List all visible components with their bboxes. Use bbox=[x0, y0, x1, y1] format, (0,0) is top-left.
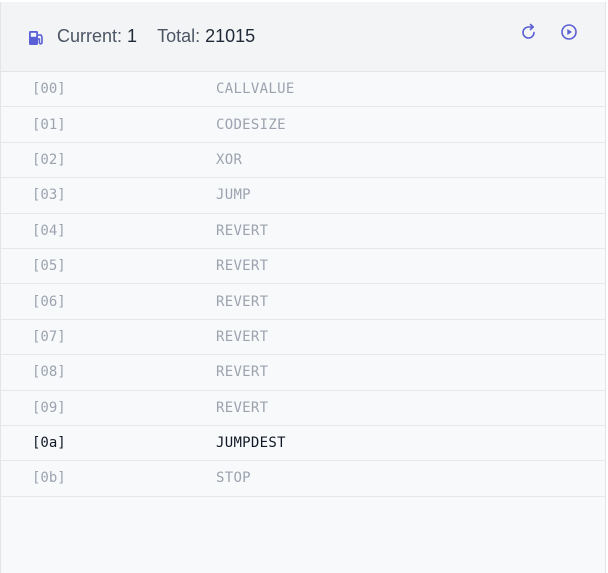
instruction-opcode: JUMPDEST bbox=[216, 435, 286, 452]
instruction-opcode: REVERT bbox=[216, 328, 269, 345]
instruction-opcode: REVERT bbox=[216, 222, 269, 239]
total-label: Total: bbox=[157, 26, 201, 46]
instruction-row[interactable]: [09] REVERT bbox=[1, 391, 605, 426]
instruction-opcode: XOR bbox=[216, 151, 243, 168]
total-gas: Total: 21015 bbox=[157, 26, 255, 47]
header-actions bbox=[519, 22, 579, 42]
instruction-opcode: REVERT bbox=[216, 258, 269, 275]
instruction-opcode: REVERT bbox=[216, 364, 269, 381]
instruction-index: [04] bbox=[32, 222, 66, 239]
instruction-index: [01] bbox=[32, 116, 66, 133]
current-label: Current: bbox=[57, 26, 123, 46]
instruction-row[interactable]: [0b] STOP bbox=[1, 461, 605, 497]
instruction-opcode: REVERT bbox=[216, 399, 269, 416]
instruction-opcode: JUMP bbox=[216, 187, 251, 204]
instruction-opcode: REVERT bbox=[216, 293, 269, 310]
instruction-index: [0b] bbox=[32, 470, 66, 487]
instruction-row[interactable]: [01] CODESIZE bbox=[1, 107, 605, 143]
instruction-index: [00] bbox=[32, 81, 66, 98]
instruction-opcode: STOP bbox=[216, 470, 251, 487]
instruction-list: [00] CALLVALUE [01] CODESIZE [02] XOR [03] JUMP… bbox=[1, 72, 605, 497]
play-circle-icon[interactable] bbox=[559, 22, 579, 42]
instruction-row[interactable]: [04] REVERT bbox=[1, 214, 605, 249]
instruction-row[interactable]: [06] REVERT bbox=[1, 284, 605, 320]
gas-pump-icon bbox=[27, 29, 45, 47]
instruction-index: [09] bbox=[32, 399, 66, 416]
instruction-index: [05] bbox=[32, 258, 66, 275]
instruction-row[interactable]: [00] CALLVALUE bbox=[1, 72, 605, 108]
instruction-index: [06] bbox=[32, 293, 66, 310]
instruction-panel: Current: 1 Total: 21015 [00] CALLVALUE [01… bbox=[0, 2, 606, 573]
instruction-index: [02] bbox=[32, 151, 66, 168]
instruction-index: [07] bbox=[32, 328, 66, 345]
instruction-row[interactable]: [07] REVERT bbox=[1, 320, 605, 356]
instruction-row[interactable]: [05] REVERT bbox=[1, 249, 605, 285]
instruction-row[interactable]: [08] REVERT bbox=[1, 355, 605, 391]
instruction-row[interactable]: [02] XOR bbox=[1, 143, 605, 179]
total-value: 21015 bbox=[205, 26, 256, 46]
current-gas: Current: 1 bbox=[57, 26, 137, 47]
gas-header: Current: 1 Total: 21015 bbox=[1, 2, 605, 72]
instruction-opcode: CALLVALUE bbox=[216, 81, 295, 98]
instruction-index: [03] bbox=[32, 187, 66, 204]
instruction-index: [0a] bbox=[32, 435, 66, 452]
instruction-row[interactable]: [0a] JUMPDEST bbox=[1, 426, 605, 462]
instruction-index: [08] bbox=[32, 364, 66, 381]
current-value: 1 bbox=[127, 26, 138, 46]
instruction-opcode: CODESIZE bbox=[216, 116, 286, 133]
instruction-row[interactable]: [03] JUMP bbox=[1, 178, 605, 214]
restart-icon[interactable] bbox=[519, 22, 539, 42]
